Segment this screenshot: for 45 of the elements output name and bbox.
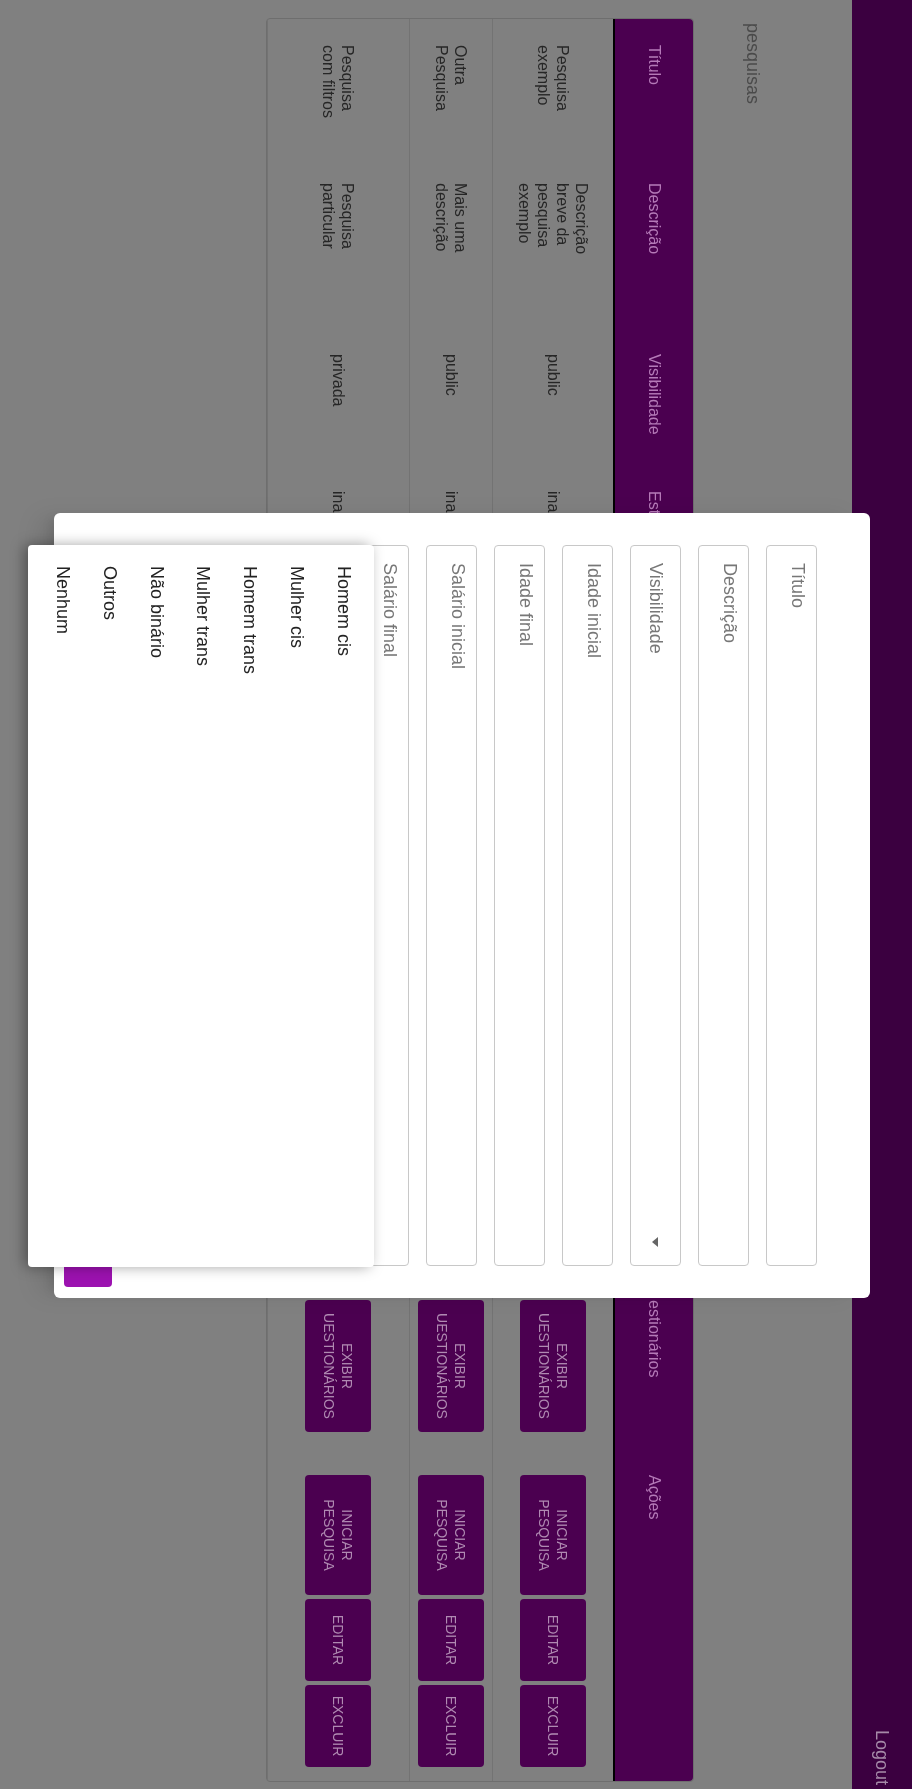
action-button[interactable]: EDITAR — [520, 1599, 586, 1681]
text-field[interactable]: Idade final — [494, 545, 545, 1266]
table-cell-text: Pesquisa particular — [319, 183, 358, 251]
table-cell-text: Outra Pesquisa — [432, 45, 470, 113]
menu-option[interactable]: Não binário — [121, 545, 169, 1267]
table-cell: ina — [443, 491, 460, 513]
visibility-select[interactable]: Visibilidade — [630, 545, 681, 1266]
action-button[interactable]: EXIBIR UESTIONÁRIOS — [418, 1300, 484, 1432]
action-button[interactable]: INICIAR PESQUISA — [305, 1475, 372, 1595]
column-header: Descrição — [646, 183, 663, 255]
action-button[interactable]: EXCLUIR — [305, 1685, 372, 1767]
action-button[interactable]: INICIAR PESQUISA — [520, 1475, 586, 1595]
action-button[interactable]: INICIAR PESQUISA — [418, 1475, 484, 1595]
column-header: Ações — [646, 1475, 663, 1520]
action-button[interactable]: EXCLUIR — [520, 1685, 586, 1767]
column-header: Título — [646, 45, 663, 85]
table-cell: public — [545, 354, 562, 396]
table-cell-text: Mais uma descrição — [432, 183, 470, 255]
text-field[interactable]: Idade inicial — [562, 545, 613, 1266]
menu-option[interactable]: Homem trans — [215, 545, 263, 1267]
column-header: estionários — [646, 1300, 663, 1378]
column-header: Visibilidade — [646, 354, 663, 435]
table-cell: ina — [330, 491, 348, 513]
action-button[interactable]: EDITAR — [305, 1599, 372, 1681]
action-button[interactable]: EXIBIR UESTIONÁRIOS — [305, 1300, 372, 1432]
table-cell: privada — [330, 354, 348, 407]
table-cell-text: Pesquisa exemplo — [534, 45, 572, 113]
action-button[interactable]: EDITAR — [418, 1599, 484, 1681]
table-cell: public — [443, 354, 460, 396]
menu-option[interactable]: Mulher trans — [168, 545, 216, 1267]
table-cell: ina — [545, 491, 562, 513]
menu-option[interactable]: Outros — [74, 545, 122, 1267]
text-field[interactable]: Salário inicial — [426, 545, 477, 1266]
menu-option[interactable]: Mulher cis — [262, 545, 310, 1267]
table-cell-text: Descrição breve da pesquisa exemplo — [515, 183, 591, 257]
action-button[interactable]: EXIBIR UESTIONÁRIOS — [520, 1300, 586, 1432]
text-field[interactable]: Título — [766, 545, 817, 1266]
action-button[interactable]: EXCLUIR — [418, 1685, 484, 1767]
logout-link[interactable]: Logout — [868, 1729, 896, 1785]
menu-option[interactable]: Nenhum — [28, 545, 75, 1267]
menu-option[interactable]: Homem cis — [309, 545, 356, 1267]
text-field[interactable]: Descrição — [698, 545, 749, 1266]
caret-icon — [652, 1237, 659, 1247]
column-header: Est — [646, 491, 663, 515]
table-cell-text: Pesquisa com filtros — [319, 45, 358, 120]
